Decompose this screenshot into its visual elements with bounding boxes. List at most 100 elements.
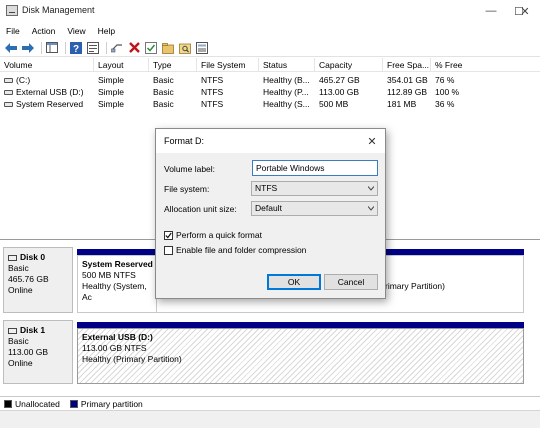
dialog-close-icon[interactable]: ✕	[365, 134, 379, 148]
layout-cell: Simple	[98, 75, 124, 85]
file-system-label: File system:	[164, 184, 210, 194]
layout-cell: Simple	[98, 99, 124, 109]
column-volume[interactable]: Volume	[0, 58, 94, 72]
file-system-cell: NTFS	[201, 75, 224, 85]
volume-cell: System Reserved	[0, 98, 94, 110]
drive-icon	[4, 102, 13, 108]
delete-icon[interactable]	[127, 41, 141, 55]
free-space-cell: 112.89 GB	[387, 87, 428, 97]
window-title: Disk Management	[22, 5, 95, 15]
toolbar: ?	[0, 39, 540, 57]
partition-system-reserved[interactable]: System Reserved 500 MB NTFS Healthy (Sys…	[77, 255, 157, 313]
connect-icon[interactable]	[110, 41, 124, 55]
table-row[interactable]: External USB (D:) Simple Basic NTFS Heal…	[0, 86, 540, 98]
percent-free-cell: 100 %	[435, 87, 460, 97]
disk-1-type: Basic	[8, 336, 29, 346]
disk-0-label[interactable]: Disk 0 Basic 465.76 GB Online	[3, 247, 73, 313]
legend-primary-partition: Primary partition	[80, 398, 143, 409]
free-space-cell: 354.01 GB	[387, 75, 428, 85]
forward-icon[interactable]	[21, 41, 35, 55]
menu-file[interactable]: File	[6, 26, 20, 36]
title-bar: Disk Management — ☐ ✕	[0, 0, 540, 22]
table-row[interactable]: (C:) Simple Basic NTFS Healthy (B... 465…	[0, 74, 540, 86]
file-system-cell: NTFS	[201, 87, 224, 97]
menu-view[interactable]: View	[67, 26, 85, 36]
status-cell: Healthy (S...	[263, 99, 310, 109]
disk-icon	[8, 327, 17, 334]
drive-icon	[4, 78, 13, 84]
allocation-unit-select[interactable]: Default	[251, 201, 378, 216]
percent-free-cell: 76 %	[435, 75, 455, 85]
close-button[interactable]: ✕	[510, 0, 540, 22]
cancel-button[interactable]: Cancel	[324, 274, 378, 290]
percent-free-cell: 36 %	[435, 99, 455, 109]
compression-checkbox[interactable]	[164, 245, 173, 255]
check-icon[interactable]	[144, 41, 158, 55]
open-icon[interactable]	[161, 41, 175, 55]
console-tree-icon[interactable]	[45, 41, 59, 55]
capacity-cell: 500 MB	[319, 99, 349, 109]
back-icon[interactable]	[4, 41, 18, 55]
help-icon[interactable]: ?	[69, 41, 83, 55]
column-percent-free[interactable]: % Free	[431, 58, 540, 72]
volume-label-input[interactable]	[252, 160, 378, 176]
disk-0-status: Online	[8, 285, 33, 295]
column-type[interactable]: Type	[149, 58, 197, 72]
volume-name: External USB (D:)	[16, 87, 84, 97]
file-system-select[interactable]: NTFS	[251, 181, 378, 196]
properties-icon[interactable]	[86, 41, 100, 55]
type-cell: Basic	[153, 75, 174, 85]
legend: Unallocated Primary partition	[0, 396, 540, 410]
partition-status: Healthy (System, Ac	[82, 281, 147, 302]
min-alt99	[474, 0, 504, 22]
menu-help[interactable]: Help	[98, 26, 115, 36]
format-dialog: Format D: ✕ Volume label: File system: N…	[155, 128, 386, 299]
disk-0-name: Disk 0	[8, 252, 68, 263]
unallocated-swatch	[4, 399, 12, 408]
free-space-cell: 181 MB	[387, 99, 417, 109]
quick-format-option[interactable]: Perform a quick format	[164, 230, 262, 240]
compression-option[interactable]: Enable file and folder compression	[164, 245, 306, 255]
partition-external-usb[interactable]: External USB (D:) 113.00 GB NTFS Healthy…	[77, 328, 524, 384]
menu-bar: File Action View Help	[0, 22, 540, 39]
table-row[interactable]: System Reserved Simple Basic NTFS Health…	[0, 98, 540, 110]
partition-name: System Reserved	[82, 259, 153, 269]
compression-label: Enable file and folder compression	[176, 245, 307, 255]
capacity-cell: 113.00 GB	[319, 87, 360, 97]
disk-management-icon	[6, 5, 18, 16]
quick-format-label: Perform a quick format	[176, 230, 262, 240]
toolbar-separator	[106, 41, 107, 54]
layout-cell: Simple	[98, 87, 124, 97]
volume-cell: External USB (D:)	[0, 86, 94, 98]
menu-action[interactable]: Action	[32, 26, 56, 36]
volume-label-label: Volume label:	[164, 164, 216, 174]
search-icon[interactable]	[178, 41, 192, 55]
file-system-cell: NTFS	[201, 99, 224, 109]
column-status[interactable]: Status	[259, 58, 315, 72]
column-layout[interactable]: Layout	[94, 58, 149, 72]
toolbar-separator	[41, 41, 42, 54]
partition-name: External USB (D:)	[82, 332, 153, 342]
volume-cell: (C:)	[0, 74, 94, 86]
file-system-value: NTFS	[255, 183, 278, 193]
disk-1-name: Disk 1	[8, 325, 68, 336]
toolbar-separator	[65, 41, 66, 54]
column-free-space[interactable]: Free Spa...	[383, 58, 431, 72]
disk-1-status: Online	[8, 358, 33, 368]
quick-format-checkbox[interactable]	[164, 230, 173, 240]
ok-button[interactable]: OK	[267, 274, 321, 290]
column-capacity[interactable]: Capacity	[315, 58, 383, 72]
column-file-system[interactable]: File System	[197, 58, 259, 72]
volume-list-header: Volume Layout Type File System Status Ca…	[0, 58, 540, 72]
disk-1-size: 113.00 GB	[8, 347, 49, 357]
status-cell: Healthy (B...	[263, 75, 310, 85]
partition-status: Healthy (Primary Partition)	[82, 354, 182, 364]
disk-0-size: 465.76 GB	[8, 274, 49, 284]
legend-unallocated: Unallocated	[15, 398, 60, 409]
disk-1-label[interactable]: Disk 1 Basic 113.00 GB Online	[3, 320, 73, 384]
show-hide-icon[interactable]	[195, 41, 209, 55]
disk-0-type: Basic	[8, 263, 29, 273]
type-cell: Basic	[153, 87, 174, 97]
status-cell: Healthy (P...	[263, 87, 309, 97]
partition-size: 113.00 GB NTFS	[82, 343, 147, 353]
